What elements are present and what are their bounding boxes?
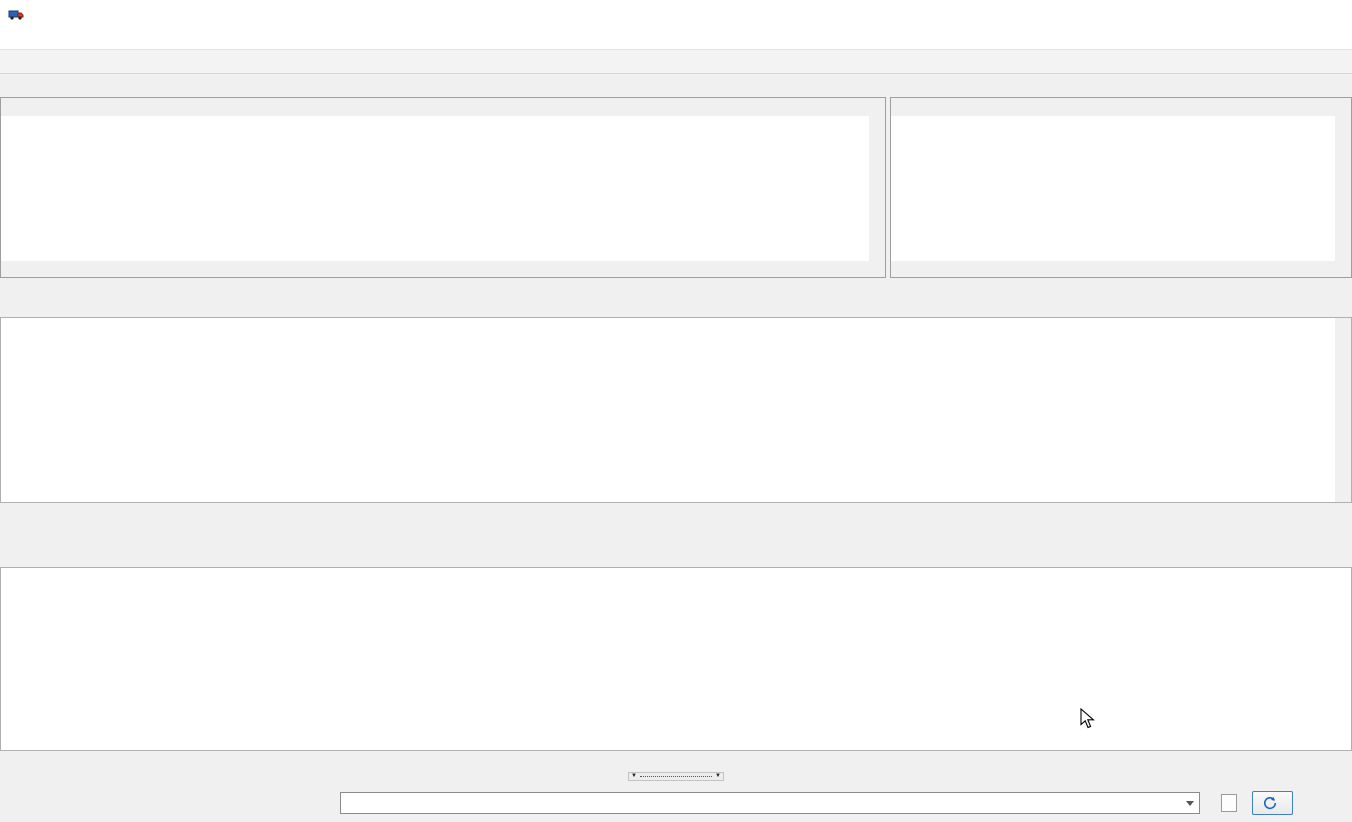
menu-bar xyxy=(0,28,1352,49)
splitter-dots xyxy=(640,776,712,777)
trips-section xyxy=(0,540,1352,767)
drivers-panel xyxy=(0,97,886,278)
maximize-button[interactable] xyxy=(1260,0,1306,28)
freight-bills-grid xyxy=(1,318,1335,502)
splitter-collapse-handle[interactable]: ▼ ▼ xyxy=(628,772,724,781)
power-units-horizontal-scrollbar[interactable] xyxy=(891,261,1351,277)
titlebar xyxy=(0,0,1352,28)
drivers-vertical-scrollbar[interactable] xyxy=(869,116,885,261)
power-units-panel xyxy=(890,97,1352,278)
collapse-arrow-icon: ▼ xyxy=(715,773,721,779)
window-controls xyxy=(1214,0,1352,28)
power-units-pane xyxy=(890,76,1352,278)
splitter-row: ▼ ▼ xyxy=(0,767,1352,785)
c-button[interactable] xyxy=(1221,794,1237,812)
collapse-arrow-icon: ▼ xyxy=(631,773,637,779)
left-tab-strip xyxy=(0,76,886,97)
app-window: ▼ ▼ xyxy=(0,0,1352,822)
right-tab-strip xyxy=(890,76,1352,97)
power-units-panel-title xyxy=(891,98,1351,116)
bottom-bar xyxy=(0,785,1352,822)
top-workspace xyxy=(0,76,1352,278)
trips-toolbar xyxy=(0,540,1352,565)
power-units-vertical-scrollbar[interactable] xyxy=(1335,116,1351,261)
close-button[interactable] xyxy=(1306,0,1352,28)
drivers-panel-title xyxy=(1,98,885,116)
filter-combobox[interactable] xyxy=(340,792,1200,814)
combobox-dropdown-icon xyxy=(1186,801,1194,806)
refresh-icon xyxy=(1263,796,1277,810)
more-button[interactable] xyxy=(1204,794,1218,812)
minimize-button[interactable] xyxy=(1214,0,1260,28)
refresh-button[interactable] xyxy=(1252,791,1293,815)
main-toolbar xyxy=(0,49,1352,74)
freight-bills-vertical-scrollbar[interactable] xyxy=(1335,318,1351,502)
trips-horizontal-scrollbar[interactable] xyxy=(0,751,1352,767)
freight-bills-horizontal-scrollbar[interactable] xyxy=(0,503,1352,519)
drivers-grid xyxy=(1,116,869,261)
power-units-grid xyxy=(891,116,1335,261)
freight-bills-toolbar xyxy=(0,290,1352,315)
freight-bills-section xyxy=(0,290,1352,519)
drivers-horizontal-scrollbar[interactable] xyxy=(1,261,885,277)
trips-grid xyxy=(1,568,1351,750)
drivers-pane xyxy=(0,76,886,278)
app-icon xyxy=(8,6,24,22)
